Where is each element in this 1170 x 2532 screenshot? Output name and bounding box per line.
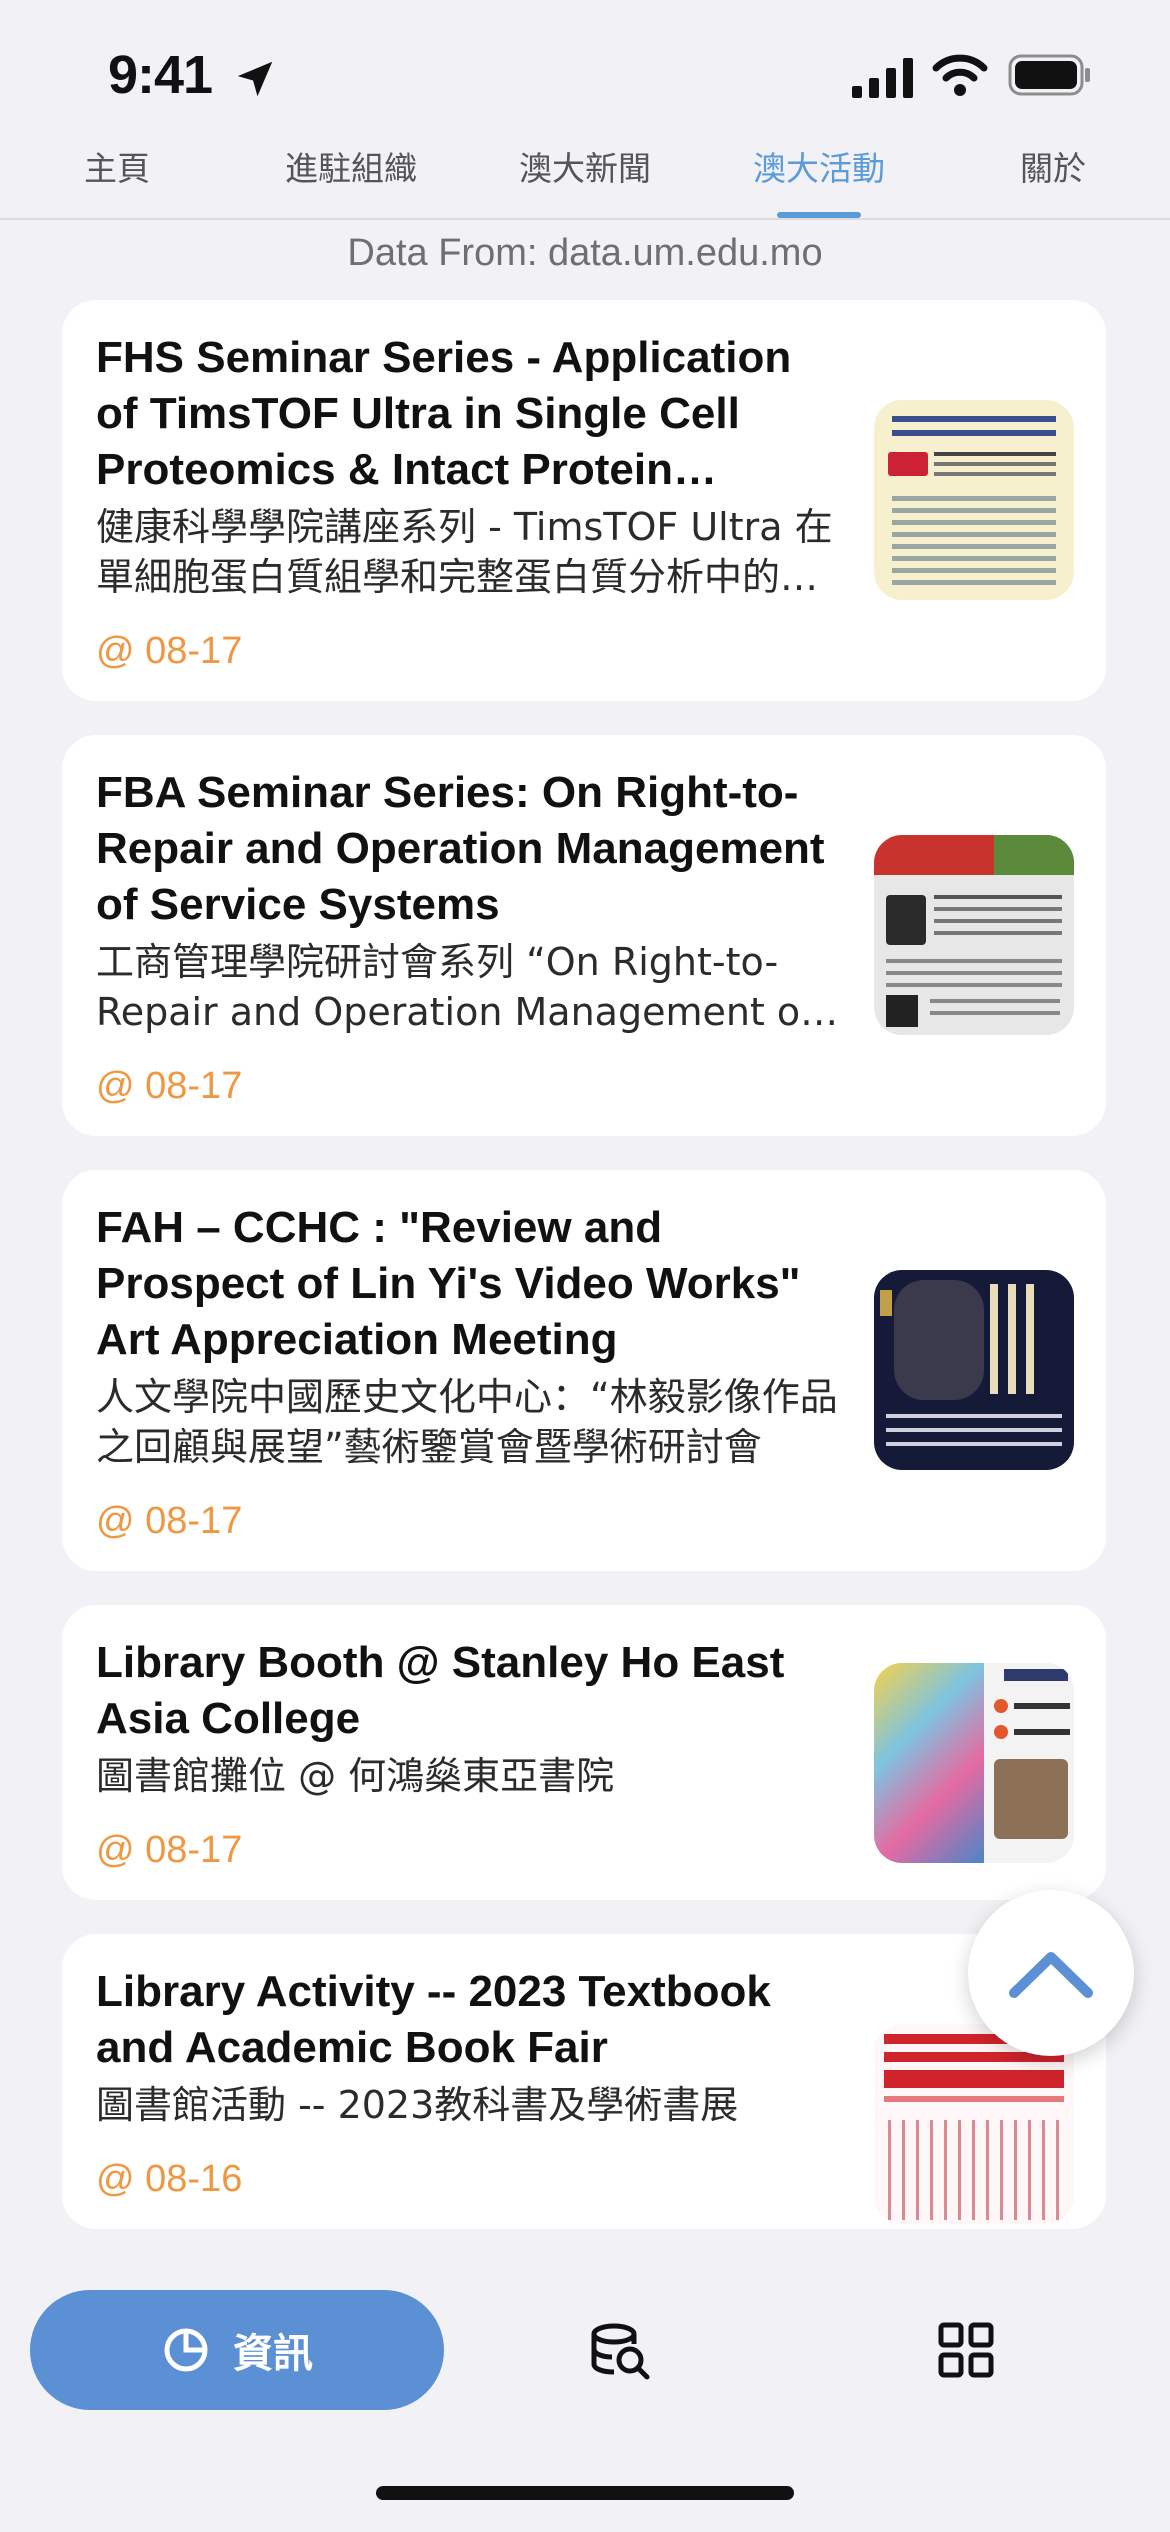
event-date: @ 08-17 bbox=[96, 1500, 243, 1542]
event-title: FBA Seminar Series: On Right-to-Repair a… bbox=[96, 768, 825, 929]
tab-organizations[interactable]: 進駐組織 bbox=[234, 140, 468, 218]
event-subtitle: 圖書館活動 -- 2023教科書及學術書展 bbox=[96, 2083, 739, 2127]
event-title: Library Activity -- 2023 Textbook and Ac… bbox=[96, 1967, 771, 2072]
scroll-to-top-button[interactable] bbox=[968, 1890, 1134, 2056]
event-card[interactable]: FBA Seminar Series: On Right-to-Repair a… bbox=[62, 735, 1106, 1136]
event-thumbnail bbox=[874, 400, 1074, 600]
chevron-up-icon bbox=[1009, 1952, 1093, 1998]
top-tab-bar: 主頁 進駐組織 澳大新聞 澳大活動 關於 bbox=[0, 140, 1170, 220]
location-arrow-icon bbox=[237, 61, 273, 97]
status-time: 9:41 bbox=[108, 45, 213, 105]
event-thumbnail bbox=[874, 835, 1074, 1035]
event-date: @ 08-17 bbox=[96, 1829, 243, 1871]
database-search-icon[interactable] bbox=[588, 2320, 652, 2384]
event-thumbnail bbox=[874, 1663, 1074, 1863]
tab-um-events[interactable]: 澳大活動 bbox=[702, 140, 936, 218]
tab-info[interactable]: 資訊 bbox=[30, 2290, 444, 2410]
event-card[interactable]: FAH – CCHC : "Review and Prospect of Lin… bbox=[62, 1170, 1106, 1571]
tab-um-news[interactable]: 澳大新聞 bbox=[468, 140, 702, 218]
tab-info-label: 資訊 bbox=[233, 2331, 313, 2377]
tab-home[interactable]: 主頁 bbox=[0, 140, 234, 218]
event-subtitle: 工商管理學院研討會系列 “On Right-to-Repair and Oper… bbox=[96, 940, 814, 1034]
event-date: @ 08-17 bbox=[96, 630, 243, 672]
tab-about[interactable]: 關於 bbox=[936, 140, 1170, 218]
event-title: Library Booth @ Stanley Ho East Asia Col… bbox=[96, 1638, 785, 1743]
event-subtitle: 健康科學學院講座系列 - TimsTOF Ultra 在單細胞蛋白質組學和完整蛋… bbox=[96, 505, 833, 599]
home-indicator bbox=[376, 2486, 794, 2500]
event-subtitle: 圖書館攤位 @ 何鴻燊東亞書院 bbox=[96, 1754, 615, 1798]
event-date: @ 08-16 bbox=[96, 2158, 243, 2200]
pie-chart-icon bbox=[164, 2328, 208, 2372]
event-title: FHS Seminar Series - Application of Tims… bbox=[96, 333, 792, 494]
event-card[interactable]: FHS Seminar Series - Application of Tims… bbox=[62, 300, 1106, 701]
cellular-signal-icon bbox=[852, 58, 913, 98]
wifi-icon bbox=[932, 54, 988, 96]
event-subtitle: 人文學院中國歷史文化中心：“林毅影像作品之回顧與展望”藝術鑒賞會暨學術研討會 bbox=[96, 1375, 838, 1469]
battery-icon bbox=[1008, 54, 1090, 96]
event-thumbnail bbox=[874, 1270, 1074, 1470]
event-card[interactable]: Library Booth @ Stanley Ho East Asia Col… bbox=[62, 1605, 1106, 1900]
event-list: FHS Seminar Series - Application of Tims… bbox=[62, 300, 1106, 2258]
status-bar: 9:41 bbox=[0, 0, 1170, 140]
grid-apps-icon[interactable] bbox=[936, 2320, 996, 2380]
event-card[interactable]: Library Activity -- 2023 Textbook and Ac… bbox=[62, 1934, 1106, 2229]
data-source-note: Data From: data.um.edu.mo bbox=[347, 232, 823, 274]
event-title: FAH – CCHC : "Review and Prospect of Lin… bbox=[96, 1203, 801, 1364]
event-date: @ 08-17 bbox=[96, 1065, 243, 1107]
